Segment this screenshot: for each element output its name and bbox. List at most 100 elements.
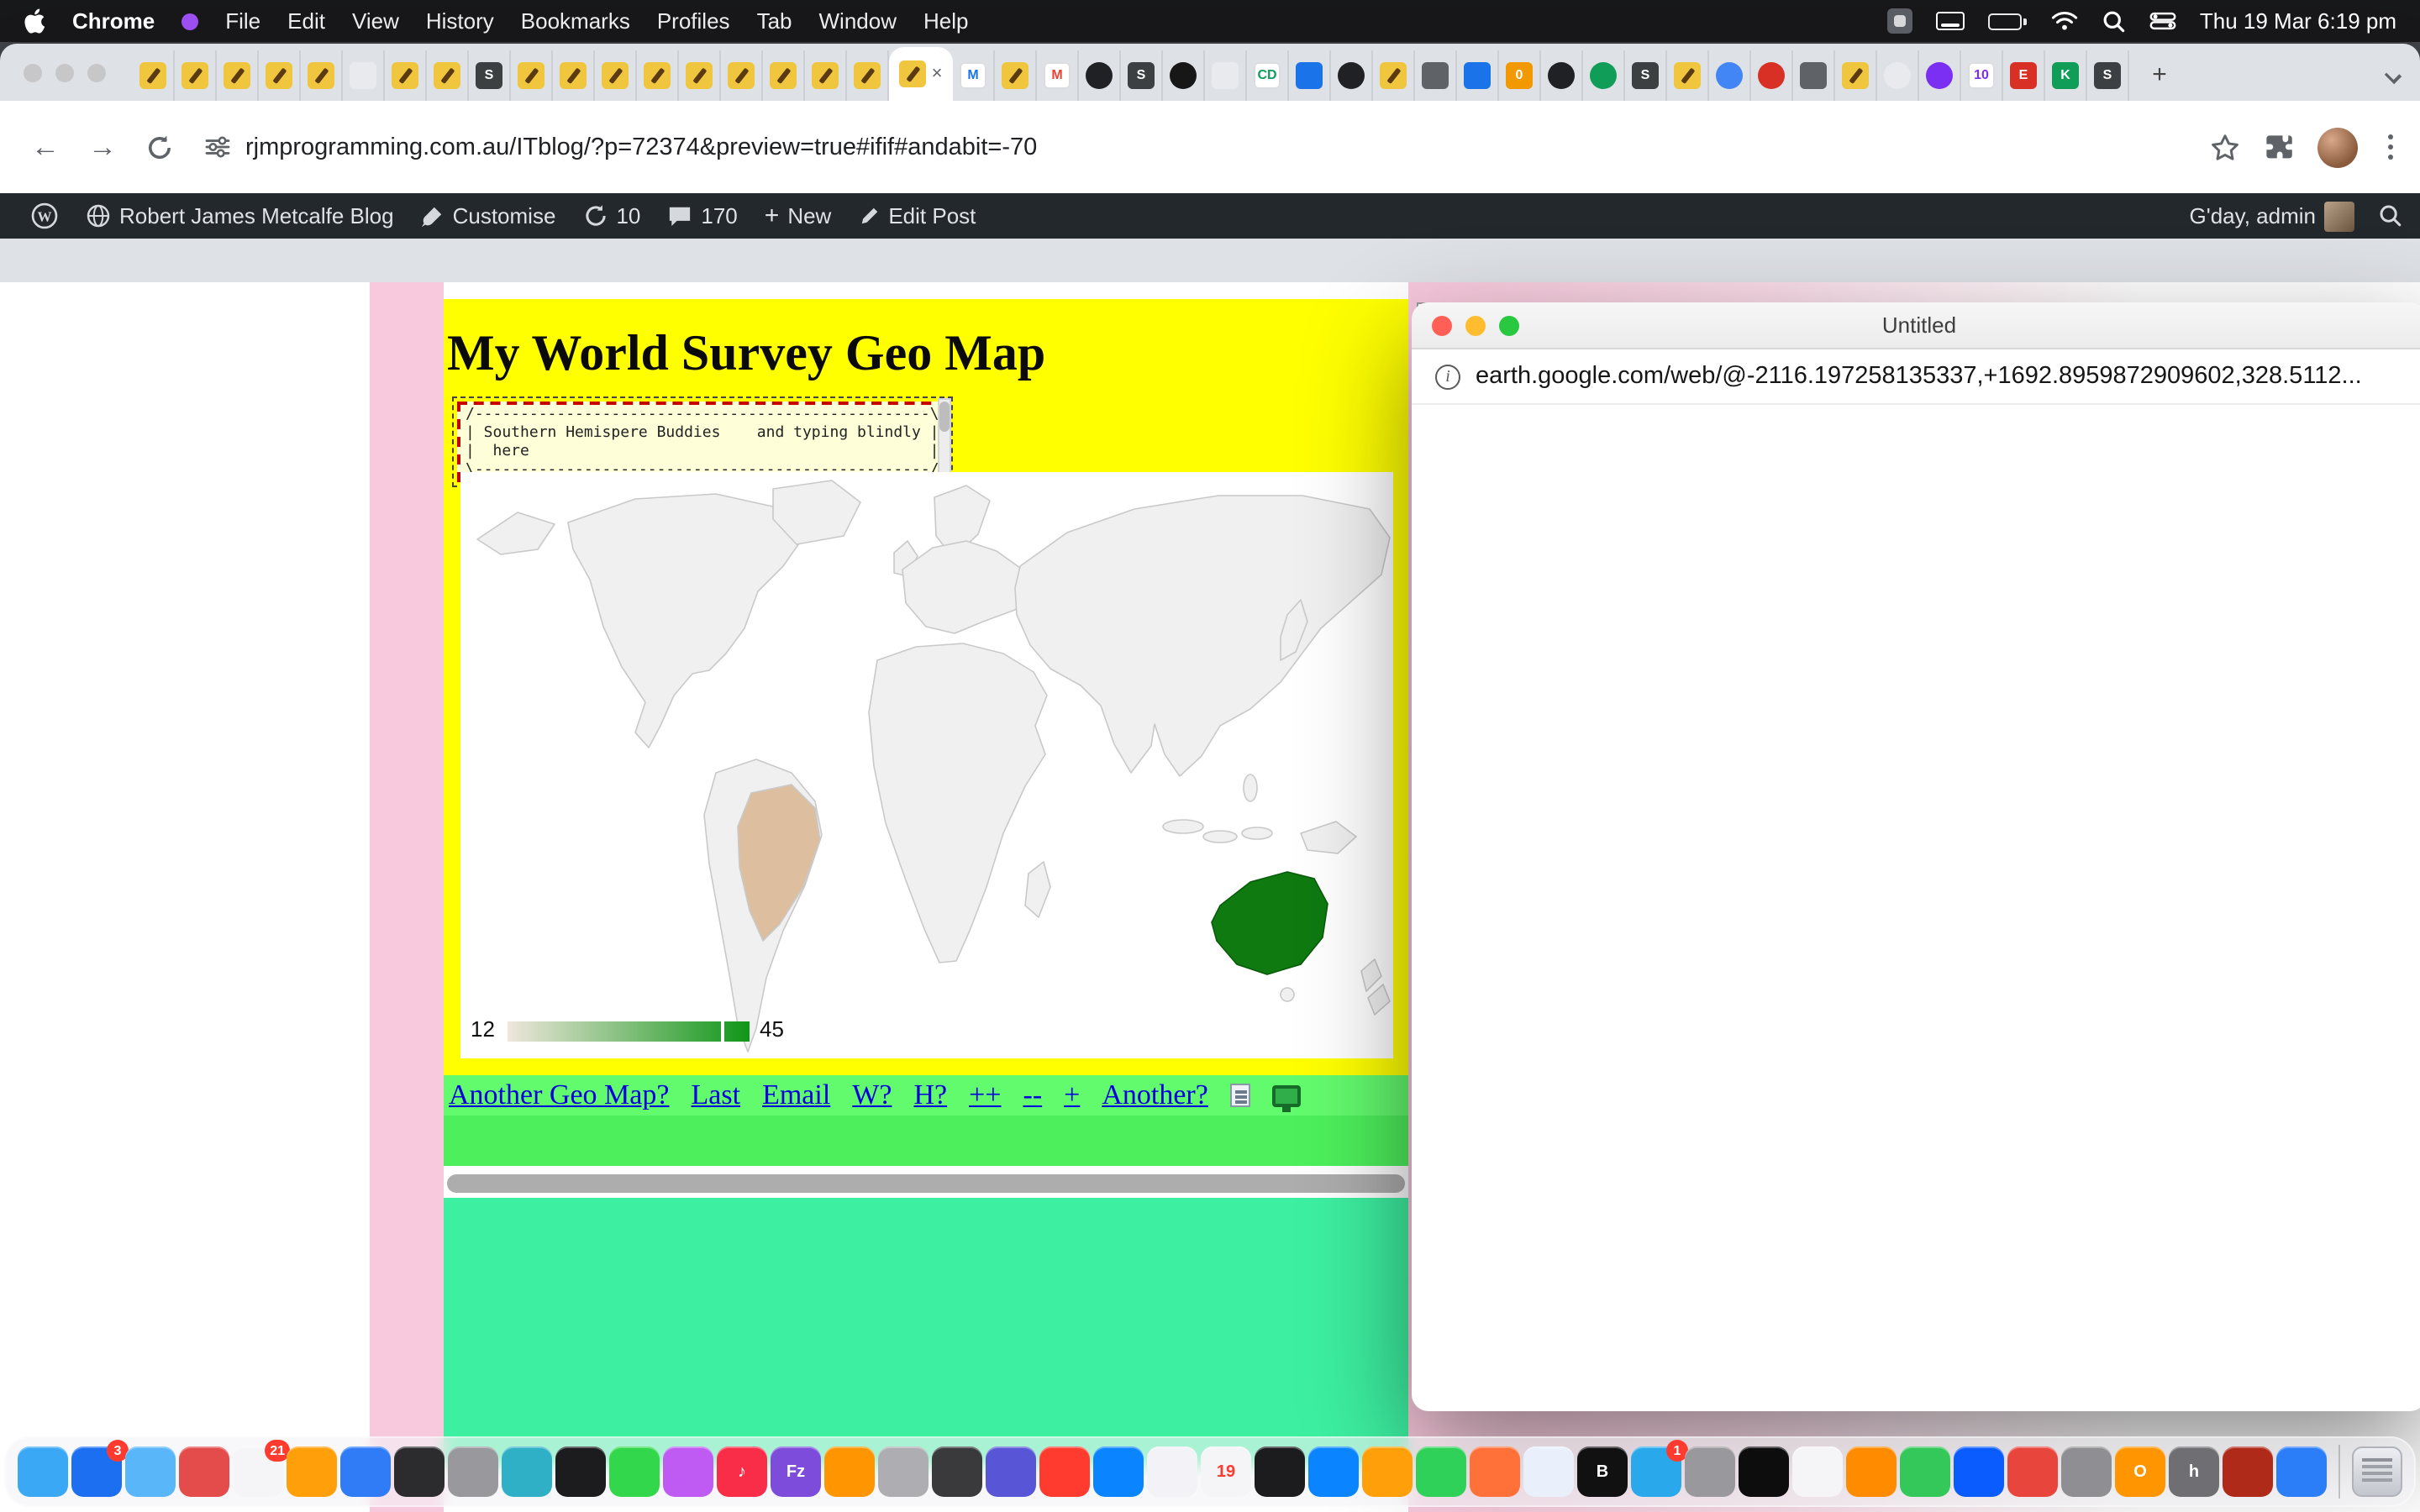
untitled-titlebar[interactable]: Untitled [1412, 302, 2420, 349]
dock-app-25[interactable] [1308, 1446, 1359, 1497]
dock-app-32[interactable] [1685, 1446, 1735, 1497]
browser-tab[interactable]: S [469, 50, 511, 101]
browser-tab[interactable] [133, 50, 175, 101]
dock-app-30[interactable]: B [1577, 1446, 1628, 1497]
dock-app-11[interactable] [555, 1446, 606, 1497]
browser-tab[interactable] [385, 50, 427, 101]
close-window-button[interactable] [24, 64, 42, 82]
dock-app-10[interactable] [502, 1446, 552, 1497]
url-text[interactable]: rjmprogramming.com.au/ITblog/?p=72374&pr… [245, 134, 1037, 160]
zoom-button[interactable] [1499, 316, 1519, 336]
dock-app-35[interactable] [1846, 1446, 1897, 1497]
browser-tab[interactable] [721, 50, 763, 101]
dock-app-9[interactable] [448, 1446, 498, 1497]
keyboard-input-icon[interactable] [1936, 12, 1965, 30]
monitor-icon[interactable] [1272, 1084, 1301, 1106]
geo-chart[interactable] [460, 472, 1393, 1058]
info-icon[interactable]: i [1435, 364, 1460, 389]
browser-menu-icon[interactable] [2381, 128, 2400, 165]
untitled-window[interactable]: Untitled i earth.google.com/web/@-2116.1… [1412, 302, 2420, 1411]
browser-tab[interactable] [301, 50, 343, 101]
dock-app-40[interactable]: O [2115, 1446, 2165, 1497]
edit-post-menu[interactable]: Edit Post [844, 193, 989, 239]
spotlight-icon[interactable] [2102, 9, 2126, 33]
browser-tab[interactable] [679, 50, 721, 101]
dock-app-4[interactable] [179, 1446, 229, 1497]
dock-app-27[interactable] [1416, 1446, 1466, 1497]
menu-profiles[interactable]: Profiles [657, 8, 730, 34]
browser-tab[interactable]: K [2045, 50, 2087, 101]
new-tab-button[interactable]: + [2139, 54, 2180, 94]
dock-app-5[interactable]: 21 [233, 1446, 283, 1497]
trash-icon[interactable] [2352, 1446, 2402, 1497]
dock-app-17[interactable] [878, 1446, 929, 1497]
dock-app-15[interactable]: Fz [771, 1446, 821, 1497]
control-center-icon[interactable] [2149, 12, 2176, 30]
dock-app-20[interactable] [1039, 1446, 1090, 1497]
browser-tab[interactable] [1709, 50, 1751, 101]
page-link[interactable]: Another? [1102, 1079, 1208, 1112]
browser-tab[interactable]: S [1121, 50, 1163, 101]
site-name-menu[interactable]: Robert James Metcalfe Blog [72, 193, 408, 239]
admin-search-icon[interactable] [2378, 203, 2403, 228]
browser-tab[interactable] [1835, 50, 1877, 101]
browser-tab[interactable] [259, 50, 301, 101]
dock-app-13[interactable] [663, 1446, 713, 1497]
active-tab[interactable]: × [889, 47, 953, 101]
browser-tab[interactable] [1457, 50, 1499, 101]
browser-tab[interactable] [1205, 50, 1247, 101]
dock-app-28[interactable] [1470, 1446, 1520, 1497]
dock-app-41[interactable]: h [2169, 1446, 2219, 1497]
dock-app-43[interactable] [2276, 1446, 2327, 1497]
menu-tab[interactable]: Tab [757, 8, 792, 34]
tab-search-chevron-icon[interactable] [2385, 67, 2402, 84]
menu-history[interactable]: History [426, 8, 494, 34]
browser-tab[interactable] [805, 50, 847, 101]
dock-app-36[interactable] [1900, 1446, 1950, 1497]
browser-tab[interactable] [637, 50, 679, 101]
browser-tab[interactable]: M [953, 50, 995, 101]
dock-app-39[interactable] [2061, 1446, 2112, 1497]
dock-app-29[interactable] [1523, 1446, 1574, 1497]
dock-app-19[interactable] [986, 1446, 1036, 1497]
browser-tab[interactable]: S [2087, 50, 2129, 101]
bookmark-star-icon[interactable] [2210, 133, 2240, 161]
browser-tab[interactable] [1415, 50, 1457, 101]
menubar-extra-icon[interactable] [1887, 8, 1912, 34]
menu-file[interactable]: File [225, 8, 260, 34]
profile-avatar[interactable] [2317, 127, 2358, 167]
browser-tab[interactable]: S [1625, 50, 1667, 101]
page-link[interactable]: -- [1023, 1079, 1043, 1112]
page-link[interactable]: Email [762, 1079, 830, 1112]
browser-tab[interactable]: 0 [1499, 50, 1541, 101]
page-link[interactable]: W? [852, 1079, 892, 1112]
menu-window[interactable]: Window [819, 8, 897, 34]
browser-tab[interactable]: M [1037, 50, 1079, 101]
minimize-window-button[interactable] [55, 64, 74, 82]
page-link[interactable]: Another Geo Map? [449, 1079, 670, 1112]
dock-app-34[interactable] [1792, 1446, 1843, 1497]
back-button[interactable]: ← [20, 122, 71, 172]
dock-app-12[interactable] [609, 1446, 660, 1497]
browser-tab[interactable] [763, 50, 805, 101]
new-content-menu[interactable]: + New [751, 193, 845, 239]
browser-tab[interactable] [1919, 50, 1961, 101]
browser-tab[interactable]: 10 [1961, 50, 2003, 101]
dock-app-37[interactable] [1954, 1446, 2004, 1497]
browser-tab[interactable] [995, 50, 1037, 101]
dock-app-14[interactable]: ♪ [717, 1446, 767, 1497]
dock-app-6[interactable] [287, 1446, 337, 1497]
dock-app-7[interactable] [340, 1446, 391, 1497]
browser-tab[interactable] [1541, 50, 1583, 101]
customize-menu[interactable]: Customise [408, 193, 570, 239]
dock-app-42[interactable] [2223, 1446, 2273, 1497]
browser-tab[interactable]: E [2003, 50, 2045, 101]
browser-tab[interactable] [1163, 50, 1205, 101]
untitled-window-controls[interactable] [1432, 316, 1519, 336]
browser-tab[interactable] [1373, 50, 1415, 101]
untitled-url-row[interactable]: i earth.google.com/web/@-2116.1972581353… [1412, 349, 2420, 405]
dock-app-1[interactable] [18, 1446, 68, 1497]
browser-tab[interactable] [1667, 50, 1709, 101]
extensions-puzzle-icon[interactable] [2264, 132, 2294, 162]
comments-menu[interactable]: 170 [654, 193, 750, 239]
